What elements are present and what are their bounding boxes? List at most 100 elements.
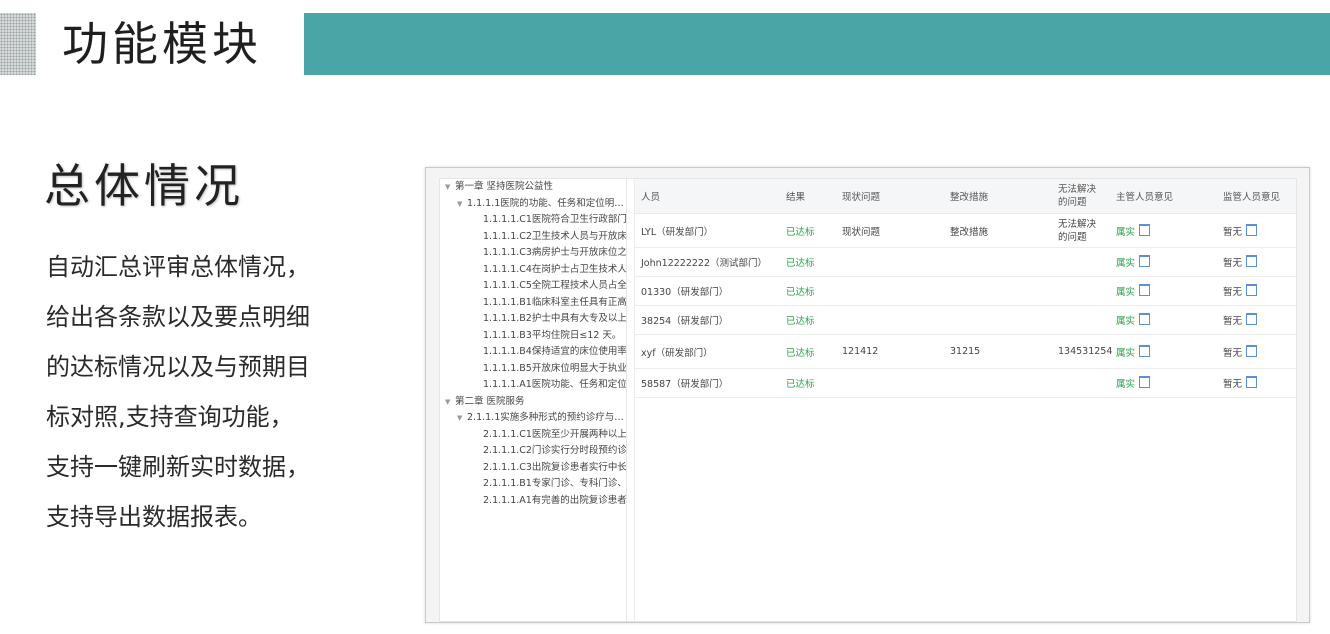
cell-unsolved: [1052, 368, 1110, 398]
cell-measure: 31215: [944, 334, 1052, 369]
app-screenshot-panel: ▼ 第一章 坚持医院公益性 ▼ 1.1.1.1医院的功能、任务和定位明… 1.1.1.1…: [425, 167, 1310, 623]
cell-result: 已达标: [780, 276, 836, 306]
tree-node[interactable]: ▼ 2.1.1.1实施多种形式的预约诊疗与…: [440, 410, 626, 427]
tree-node-label: 第二章 医院服务: [455, 395, 525, 407]
tree-node[interactable]: ▼ 第一章 坚持医院公益性: [440, 179, 626, 196]
cell-issue: [836, 276, 944, 306]
tree-node[interactable]: ▼ 第二章 医院服务: [440, 394, 626, 411]
header-bar: [304, 13, 1330, 75]
calendar-icon[interactable]: [1246, 376, 1258, 388]
cell-issue: [836, 368, 944, 398]
tree-node[interactable]: 1.1.1.1.B1临床科室主任具有正高: [440, 295, 626, 312]
caret-down-icon[interactable]: ▼: [445, 179, 455, 196]
cell-manager: 属实: [1110, 368, 1217, 398]
section-title: 总体情况: [44, 159, 244, 213]
col-header-unsolved[interactable]: 无法解决的问题: [1052, 179, 1110, 214]
calendar-icon[interactable]: [1246, 284, 1258, 296]
header-pattern: [0, 13, 36, 75]
tree-node[interactable]: 2.1.1.1.C2门诊实行分时段预约诊: [440, 443, 626, 460]
table-header-row: 人员 结果 现状问题 整改措施 无法解决的问题 主管人员意见 监管人员意见: [635, 179, 1296, 214]
col-header-issue[interactable]: 现状问题: [836, 179, 944, 214]
description-line: 的达标情况以及与预期目: [46, 353, 310, 381]
tree-node[interactable]: 2.1.1.1.B1专家门诊、专科门诊、: [440, 476, 626, 493]
tree-node[interactable]: 1.1.1.1.C5全院工程技术人员占全: [440, 278, 626, 295]
tree-node[interactable]: 1.1.1.1.C1医院符合卫生行政部门: [440, 212, 626, 229]
tree-node[interactable]: 2.1.1.1.C3出院复诊患者实行中长: [440, 460, 626, 477]
table-row[interactable]: 58587（研发部门） 已达标 属实 暂无: [635, 368, 1296, 398]
caret-down-icon[interactable]: ▼: [457, 196, 467, 213]
cell-manager: 属实: [1110, 247, 1217, 277]
calendar-icon[interactable]: [1246, 255, 1258, 267]
cell-result: 已达标: [780, 247, 836, 277]
section-description: 自动汇总评审总体情况， 给出各条款以及要点明细 的达标情况以及与预期目 标对照,…: [46, 242, 376, 542]
col-header-supervisor[interactable]: 监管人员意见: [1217, 179, 1296, 214]
opinion-text: 属实: [1116, 316, 1136, 327]
opinion-text: 属实: [1116, 347, 1136, 359]
cell-manager: 属实: [1110, 305, 1217, 335]
tree-node[interactable]: 1.1.1.1.B3平均住院日≤12 天。: [440, 328, 626, 345]
col-header-measure[interactable]: 整改措施: [944, 179, 1052, 214]
table-row[interactable]: xyf（研发部门） 已达标 121412 31215 134531254 属实 暂无: [635, 334, 1296, 369]
calendar-icon[interactable]: [1139, 223, 1151, 236]
cell-manager: 属实: [1110, 276, 1217, 306]
tree-node[interactable]: 1.1.1.1.B4保持适宜的床位使用率: [440, 344, 626, 361]
col-header-result[interactable]: 结果: [780, 179, 836, 214]
cell-unsolved: [1052, 247, 1110, 277]
caret-down-icon[interactable]: ▼: [457, 410, 467, 427]
tree-node-label: 1.1.1.1医院的功能、任务和定位明…: [467, 197, 624, 209]
cell-supervisor: 暂无: [1217, 213, 1296, 248]
tree-node-label: 1.1.1.1.C1医院符合卫生行政部门: [483, 214, 626, 225]
tree-node-label: 1.1.1.1.C2卫生技术人员与开放床: [483, 230, 626, 242]
page-title: 功能模块: [62, 17, 262, 71]
opinion-text: 属实: [1116, 258, 1136, 269]
table-row[interactable]: John12222222（测试部门） 已达标 属实 暂无: [635, 247, 1296, 277]
tree-node[interactable]: 2.1.1.1.C1医院至少开展两种以上: [440, 427, 626, 444]
calendar-icon[interactable]: [1139, 376, 1151, 388]
tree-node[interactable]: 1.1.1.1.C2卫生技术人员与开放床: [440, 229, 626, 246]
cell-result: 已达标: [780, 334, 836, 369]
opinion-text: 暂无: [1223, 347, 1243, 359]
col-header-person[interactable]: 人员: [635, 179, 780, 214]
tree-node[interactable]: 1.1.1.1.A1医院功能、任务和定位: [440, 377, 626, 394]
tree-node[interactable]: 1.1.1.1.B5开放床位明显大于执业: [440, 361, 626, 378]
tree-node-label: 1.1.1.1.C5全院工程技术人员占全: [483, 280, 626, 291]
calendar-icon[interactable]: [1139, 313, 1151, 325]
tree-node[interactable]: 2.1.1.1.A1有完善的出院复诊患者: [440, 493, 626, 510]
calendar-icon[interactable]: [1246, 223, 1258, 236]
cell-result: 已达标: [780, 213, 836, 248]
cell-unsolved: [1052, 276, 1110, 306]
col-header-manager[interactable]: 主管人员意见: [1110, 179, 1217, 214]
cell-person: 01330（研发部门）: [635, 276, 780, 306]
table-row[interactable]: LYL（研发部门） 已达标 现状问题 整改措施 无法解决的问题 属实 暂无: [635, 213, 1296, 248]
calendar-icon[interactable]: [1139, 344, 1151, 357]
app-content: ▼ 第一章 坚持医院公益性 ▼ 1.1.1.1医院的功能、任务和定位明… 1.1.1.1…: [439, 178, 1297, 622]
table-row[interactable]: 01330（研发部门） 已达标 属实 暂无: [635, 276, 1296, 306]
calendar-icon[interactable]: [1246, 313, 1258, 325]
opinion-text: 属实: [1116, 287, 1136, 298]
tree-node-label: 1.1.1.1.C4在岗护士占卫生技术人: [483, 263, 626, 275]
table-row[interactable]: 38254（研发部门） 已达标 属实 暂无: [635, 305, 1296, 335]
opinion-text: 暂无: [1223, 226, 1243, 238]
tree-node-label: 1.1.1.1.B5开放床位明显大于执业: [483, 362, 626, 374]
cell-unsolved: 无法解决的问题: [1052, 213, 1110, 248]
cell-measure: [944, 368, 1052, 398]
result-table: 人员 结果 现状问题 整改措施 无法解决的问题 主管人员意见 监管人员意见 LY…: [635, 179, 1296, 398]
calendar-icon[interactable]: [1139, 284, 1151, 296]
caret-down-icon[interactable]: ▼: [445, 394, 455, 411]
description-line: 支持一键刷新实时数据，: [46, 453, 310, 481]
cell-measure: [944, 276, 1052, 306]
tree-node[interactable]: 1.1.1.1.C3病房护士与开放床位之: [440, 245, 626, 262]
cell-unsolved: 134531254: [1052, 334, 1112, 369]
cell-result: 已达标: [780, 305, 836, 335]
tree-node-label: 1.1.1.1.B3平均住院日≤12 天。: [483, 329, 622, 341]
cell-person: John12222222（测试部门）: [635, 247, 780, 277]
calendar-icon[interactable]: [1246, 344, 1258, 357]
cell-manager: 属实: [1110, 213, 1217, 248]
cell-measure: 整改措施: [944, 213, 1052, 248]
opinion-text: 暂无: [1223, 287, 1243, 298]
tree-node[interactable]: 1.1.1.1.B2护士中具有大专及以上: [440, 311, 626, 328]
tree-node[interactable]: 1.1.1.1.C4在岗护士占卫生技术人: [440, 262, 626, 279]
tree-node-label: 1.1.1.1.B4保持适宜的床位使用率: [483, 346, 626, 357]
tree-node[interactable]: ▼ 1.1.1.1医院的功能、任务和定位明…: [440, 196, 626, 213]
calendar-icon[interactable]: [1139, 255, 1151, 267]
